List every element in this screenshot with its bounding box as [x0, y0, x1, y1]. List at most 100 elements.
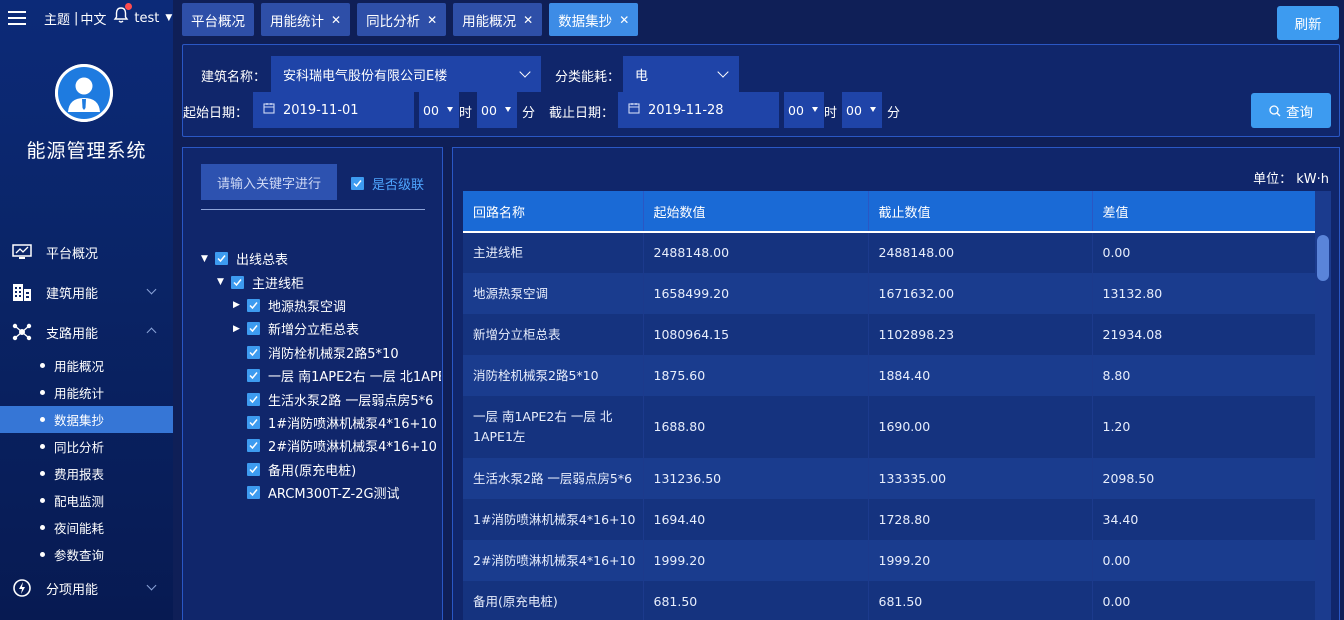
refresh-button[interactable]: 刷新 [1277, 6, 1339, 40]
checkbox-checked-icon[interactable] [247, 392, 260, 406]
tree-node[interactable]: ▶2#消防喷淋机械泵4*16+10 [201, 434, 441, 457]
checkbox-checked-icon[interactable] [247, 369, 260, 383]
caret-down-icon [812, 107, 818, 112]
table-row[interactable]: 1#消防喷淋机械泵4*16+10 1694.40 1728.80 34.40 [463, 499, 1316, 540]
tab-label: 平台概况 [191, 13, 245, 30]
language-switch[interactable]: 中文 [80, 9, 106, 28]
start-hour-select[interactable]: 00 [419, 92, 459, 128]
close-icon[interactable]: ✕ [427, 13, 437, 27]
start-minute-select[interactable]: 00 [477, 92, 517, 128]
submenu-item-power-monitor[interactable]: 配电监测 [0, 487, 173, 514]
tree-node[interactable]: ▶1#消防喷淋机械泵4*16+10 [201, 411, 441, 434]
checkbox-checked-icon[interactable] [247, 298, 260, 312]
tab-usage-stats[interactable]: 用能统计 ✕ [261, 3, 351, 36]
submenu-label: 用能统计 [54, 386, 105, 401]
checkbox-checked-icon[interactable] [351, 177, 364, 190]
tree-node[interactable]: ▶备用(原充电桩) [201, 458, 441, 481]
submenu-item-usage-overview[interactable]: 用能概况 [0, 352, 173, 379]
bullet-icon [40, 552, 45, 557]
data-table: 回路名称 起始数值 截止数值 差值 主进线柜 2488148.00 2488148.… [463, 191, 1316, 620]
close-icon[interactable]: ✕ [619, 13, 629, 27]
end-hour-select[interactable]: 00 [784, 92, 824, 128]
theme-switch[interactable]: 主题 [44, 9, 70, 28]
checkbox-checked-icon[interactable] [247, 345, 260, 359]
avatar[interactable] [55, 64, 113, 122]
checkbox-checked-icon[interactable] [247, 322, 260, 336]
checkbox-checked-icon[interactable] [247, 462, 260, 476]
checkbox-checked-icon[interactable] [247, 486, 260, 500]
submenu-item-yoy-analysis[interactable]: 同比分析 [0, 433, 173, 460]
checkbox-checked-icon[interactable] [247, 415, 260, 429]
end-date-input[interactable]: 2019-11-28 [618, 92, 779, 128]
table-row[interactable]: 2#消防喷淋机械泵4*16+10 1999.20 1999.20 0.00 [463, 540, 1316, 581]
end-minute-value: 00 [846, 102, 862, 118]
table-row[interactable]: 一层 南1APE2右 一层 北1APE1左 1688.80 1690.00 1.20 [463, 396, 1316, 458]
tab-platform[interactable]: 平台概况 [182, 3, 254, 36]
sidebar-item-platform[interactable]: 平台概况 [0, 232, 173, 272]
table-cell: 1#消防喷淋机械泵4*16+10 [463, 499, 644, 540]
close-icon[interactable]: ✕ [331, 13, 341, 27]
tree-node[interactable]: ▶消防栓机械泵2路5*10 [201, 341, 441, 364]
sidebar-item-branch[interactable]: 支路用能 [0, 312, 173, 352]
scrollbar-thumb[interactable] [1317, 235, 1329, 281]
start-date-input[interactable]: 2019-11-01 [253, 92, 414, 128]
query-button[interactable]: 查询 [1251, 93, 1331, 128]
category-select[interactable]: 电 [623, 56, 739, 92]
caret-down-icon[interactable]: ▼ [201, 254, 215, 264]
tree-node[interactable]: ▶一层 南1APE2右 一层 北1APE1左 [201, 364, 441, 387]
table-row[interactable]: 主进线柜 2488148.00 2488148.00 0.00 [463, 232, 1316, 273]
table-cell: 1102898.23 [868, 314, 1093, 355]
tab-yoy-analysis[interactable]: 同比分析 ✕ [357, 3, 447, 36]
tree-node[interactable]: ▶ 新增分立柜总表 [201, 317, 441, 340]
table-row[interactable]: 生活水泵2路 一层弱点房5*6 131236.50 133335.00 2098.50 [463, 458, 1316, 499]
tree-node-label: 2#消防喷淋机械泵4*16+10 [268, 440, 437, 456]
submenu-item-night-consumption[interactable]: 夜间能耗 [0, 514, 173, 541]
menu-toggle-icon[interactable] [8, 11, 26, 25]
column-header[interactable]: 截止数值 [868, 191, 1093, 233]
tree-node[interactable]: ▼ 主进线柜 [201, 270, 441, 293]
unit-indicator: 单位： kW·h [1253, 168, 1329, 187]
tab-usage-overview[interactable]: 用能概况 ✕ [453, 3, 543, 36]
checkbox-checked-icon[interactable] [231, 275, 244, 289]
table-row[interactable]: 备用(原充电桩) 681.50 681.50 0.00 [463, 581, 1316, 620]
keyword-search-input[interactable]: 请输入关键字进行 [201, 164, 337, 200]
close-icon[interactable]: ✕ [523, 13, 533, 27]
table-cell: 1728.80 [868, 499, 1093, 540]
sidebar-item-building[interactable]: 建筑用能 [0, 272, 173, 312]
column-header[interactable]: 回路名称 [463, 191, 644, 233]
tree-node-label: 一层 南1APE2右 一层 北1APE1左 [268, 370, 441, 386]
building-select[interactable]: 安科瑞电气股份有限公司E楼 [271, 56, 541, 92]
tree-node[interactable]: ▶ 地源热泵空调 [201, 294, 441, 317]
bell-icon[interactable] [112, 3, 133, 24]
tree-panel: 请输入关键字进行 是否级联 ▼出线总表▼主进线柜▶地源热泵空调▶新增分立柜总表▶… [182, 147, 443, 620]
tree-node[interactable]: ▶ARCM300T-Z-2G测试 [201, 481, 441, 504]
checkbox-checked-icon[interactable] [215, 252, 228, 266]
table-row[interactable]: 消防栓机械泵2路5*10 1875.60 1884.40 8.80 [463, 355, 1316, 396]
checkbox-checked-icon[interactable] [247, 439, 260, 453]
table-cell: 13132.80 [1092, 273, 1316, 314]
sidebar-item-subitem-energy[interactable]: 分项用能 [0, 568, 173, 608]
submenu-item-param-query[interactable]: 参数查询 [0, 541, 173, 568]
caret-right-icon[interactable]: ▶ [233, 324, 247, 334]
tree-node[interactable]: ▼ 出线总表 [201, 247, 441, 270]
chevron-down-icon [146, 284, 157, 295]
end-minute-select[interactable]: 00 [842, 92, 882, 128]
submenu-label: 数据集抄 [54, 413, 105, 428]
tree-node[interactable]: ▶生活水泵2路 一层弱点房5*6 [201, 387, 441, 410]
table-row[interactable]: 地源热泵空调 1658499.20 1671632.00 13132.80 [463, 273, 1316, 314]
column-header[interactable]: 差值 [1092, 191, 1316, 233]
tab-data-collection[interactable]: 数据集抄 ✕ [549, 3, 639, 36]
column-header[interactable]: 起始数值 [643, 191, 869, 233]
table-row[interactable]: 新增分立柜总表 1080964.15 1102898.23 21934.08 [463, 314, 1316, 355]
caret-right-icon[interactable]: ▶ [233, 300, 247, 310]
submenu-item-usage-stats[interactable]: 用能统计 [0, 379, 173, 406]
caret-down-icon[interactable]: ▼ [165, 13, 172, 23]
sidebar-item-label: 分项用能 [46, 582, 99, 598]
submenu-item-cost-report[interactable]: 费用报表 [0, 460, 173, 487]
submenu-item-data-collection[interactable]: 数据集抄 [0, 406, 173, 433]
cascade-checkbox[interactable]: 是否级联 [351, 174, 424, 193]
table-scrollbar[interactable] [1315, 191, 1331, 620]
user-name[interactable]: test [134, 11, 159, 26]
caret-down-icon[interactable]: ▼ [217, 277, 231, 287]
divider [201, 209, 425, 210]
